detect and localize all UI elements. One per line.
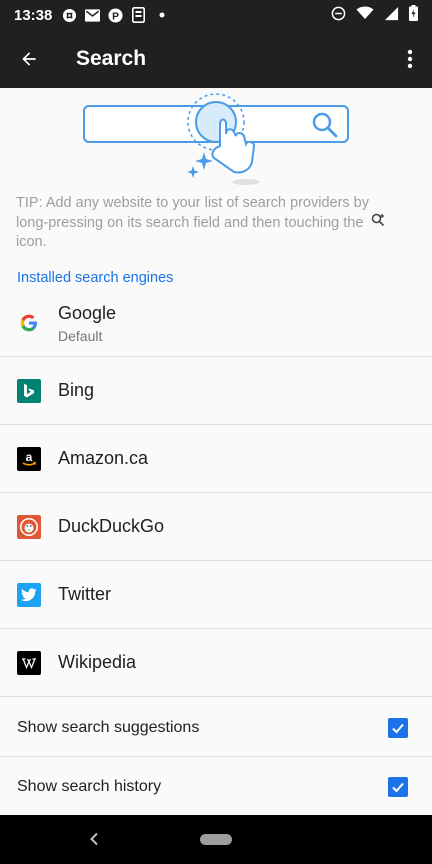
status-time: 13:38 xyxy=(14,6,53,24)
search-engine-list: Google Default Bing a Amazon.ca DuckDuck… xyxy=(0,290,432,697)
battery-icon xyxy=(409,5,418,25)
signal-icon xyxy=(384,6,399,25)
bing-icon xyxy=(17,378,41,403)
sim-icon xyxy=(131,7,146,23)
engine-item-wikipedia[interactable]: Wikipedia xyxy=(0,629,432,697)
engine-name: Twitter xyxy=(58,584,112,604)
section-header-installed: Installed search engines xyxy=(17,270,174,286)
show-search-history-row[interactable]: Show search history xyxy=(0,758,432,815)
engine-item-google[interactable]: Google Default xyxy=(0,290,432,357)
system-nav-bar xyxy=(0,815,432,864)
engine-name: Amazon.ca xyxy=(58,448,149,468)
status-bar: 13:38 P xyxy=(0,0,432,30)
engine-name: DuckDuckGo xyxy=(58,516,165,536)
chevron-left-icon xyxy=(90,832,98,846)
more-vert-icon xyxy=(407,49,413,69)
engine-name: Wikipedia xyxy=(58,652,137,672)
duckduckgo-icon xyxy=(17,514,41,539)
wifi-icon xyxy=(356,6,374,24)
check-icon xyxy=(392,782,404,792)
nav-home-pill[interactable] xyxy=(200,834,232,845)
google-icon xyxy=(17,311,41,335)
engine-default-label: Default xyxy=(58,327,103,344)
twitter-icon xyxy=(17,582,41,607)
engine-item-duckduckgo[interactable]: DuckDuckGo xyxy=(0,493,432,561)
show-search-suggestions-checkbox[interactable] xyxy=(388,718,408,738)
do-not-disturb-icon xyxy=(331,6,346,25)
nav-back-button[interactable] xyxy=(84,827,104,851)
check-icon xyxy=(392,723,404,734)
engine-item-twitter[interactable]: Twitter xyxy=(0,561,432,629)
svg-text:P: P xyxy=(112,11,119,22)
show-search-suggestions-label: Show search suggestions xyxy=(17,719,200,736)
overflow-menu-button[interactable] xyxy=(388,30,432,88)
wikipedia-icon xyxy=(17,650,41,675)
back-button[interactable] xyxy=(0,30,58,88)
dot-icon xyxy=(154,8,169,23)
engine-item-bing[interactable]: Bing xyxy=(0,357,432,425)
search-illustration xyxy=(0,88,432,188)
search-add-icon xyxy=(371,213,385,233)
tip-text: TIP: Add any website to your list of sea… xyxy=(16,194,396,252)
page-title: Search xyxy=(76,47,147,70)
parking-icon: P xyxy=(108,7,123,23)
engine-item-amazon[interactable]: a Amazon.ca xyxy=(0,425,432,493)
svg-text:a: a xyxy=(26,450,33,464)
show-search-history-checkbox[interactable] xyxy=(388,776,408,797)
engine-name: Google xyxy=(58,302,117,323)
show-search-history-label: Show search history xyxy=(17,777,162,795)
engine-name: Bing xyxy=(58,380,95,400)
app-bar: Search xyxy=(0,30,432,88)
arrow-back-icon xyxy=(22,52,36,66)
slack-icon xyxy=(62,8,77,23)
show-search-suggestions-row[interactable]: Show search suggestions xyxy=(0,700,432,757)
gmail-icon xyxy=(85,8,101,23)
amazon-icon: a xyxy=(17,446,41,471)
